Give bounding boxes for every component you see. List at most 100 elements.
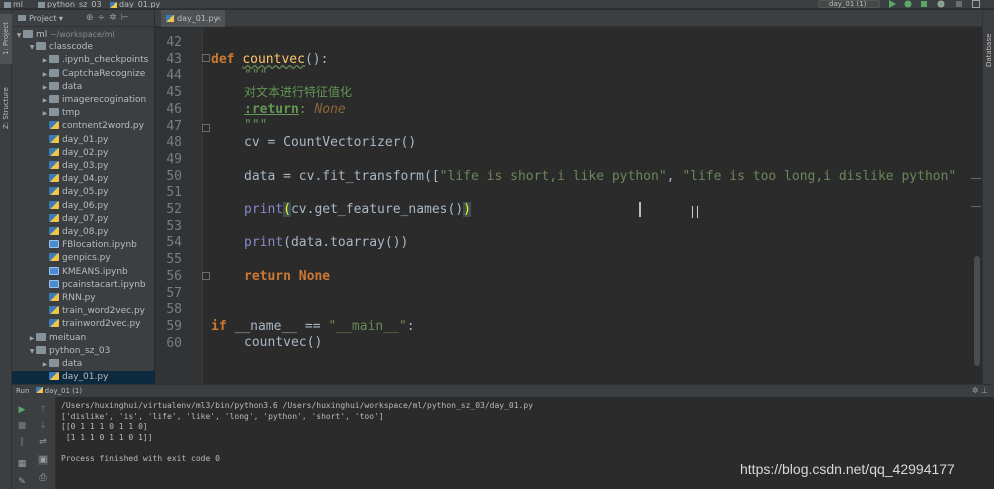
tree-file[interactable]: day_05.py: [12, 186, 155, 199]
tree-folder[interactable]: ▼ classcode: [12, 41, 155, 54]
debug-icon[interactable]: [904, 0, 912, 8]
tool-tab-database[interactable]: Database: [983, 28, 994, 72]
code-line-48: cv = CountVectorizer(): [244, 134, 416, 151]
tool-tab-structure[interactable]: Z: Structure: [0, 80, 12, 136]
tree-folder[interactable]: ▶ imagerecogination: [12, 94, 155, 107]
hide-panel-icon[interactable]: ⊥: [981, 386, 988, 395]
pause-icon[interactable]: ‖: [17, 437, 27, 447]
breadcrumb-folder[interactable]: python_sz_03: [38, 0, 102, 8]
stop-icon[interactable]: ■: [17, 421, 27, 431]
print-icon[interactable]: ⎙: [38, 473, 48, 483]
editor-gutter: 42 43 44 45 46 47 48 49 50 51 52 53 54 55 56 57 58 59 60: [155, 28, 203, 384]
tree-file[interactable]: trainword2vec.py: [12, 318, 155, 331]
fold-marker-icon[interactable]: [202, 272, 210, 280]
layout-icon[interactable]: ▦: [17, 459, 27, 469]
tree-file[interactable]: genpics.py: [12, 252, 155, 265]
tree-file[interactable]: day_03.py: [12, 160, 155, 173]
tree-folder[interactable]: ▼ python_sz_03: [12, 345, 155, 358]
breadcrumb-file[interactable]: day_01.py: [110, 0, 160, 8]
tree-folder[interactable]: ▶ data: [12, 358, 155, 371]
tree-file[interactable]: train_word2vec.py: [12, 305, 155, 318]
chevron-right-icon[interactable]: ▶: [41, 107, 49, 120]
chevron-down-icon[interactable]: ▼: [28, 345, 36, 358]
tree-file[interactable]: day_06.py: [12, 200, 155, 213]
tree-folder[interactable]: ▼ ml ~/workspace/ml: [12, 28, 155, 41]
tool-tab-project[interactable]: 1: Project: [0, 14, 12, 64]
chevron-right-icon[interactable]: ▶: [28, 332, 36, 345]
scroll-up-icon[interactable]: ↑: [38, 405, 48, 415]
tree-file[interactable]: day_07.py: [12, 213, 155, 226]
pin-icon[interactable]: ✎: [17, 477, 27, 487]
tree-file[interactable]: day_04.py: [12, 173, 155, 186]
chevron-right-icon[interactable]: ▶: [41, 54, 49, 67]
python-file-icon: [49, 134, 59, 143]
chevron-right-icon[interactable]: ▶: [41, 94, 49, 107]
tree-file[interactable]: RNN.py: [12, 292, 155, 305]
tree-folder[interactable]: ▶ tmp: [12, 107, 155, 120]
code-line-56: return None: [244, 268, 330, 285]
run-icon[interactable]: [888, 0, 896, 8]
tab-day-01-label: day_01.py: [177, 14, 219, 23]
layout-icon[interactable]: [972, 0, 980, 8]
tree-file[interactable]: day_08.py: [12, 226, 155, 239]
tree-item-label: contnent2word.py: [62, 121, 144, 132]
fold-marker-icon[interactable]: [202, 54, 210, 62]
docstring: :: [298, 102, 307, 117]
editor-scrollbar[interactable]: [974, 256, 980, 366]
collapse-all-icon[interactable]: ÷: [98, 13, 110, 23]
tree-file[interactable]: contnent2word.py: [12, 120, 155, 133]
matched-paren: (: [283, 202, 291, 217]
line-number: 55: [166, 252, 182, 268]
run-tab[interactable]: day_01 (1): [35, 387, 82, 395]
python-file-icon: [49, 293, 59, 301]
chevron-down-icon[interactable]: ▼: [15, 29, 23, 41]
code-token: :: [406, 319, 415, 334]
code-editor[interactable]: 42 43 44 45 46 47 48 49 50 51 52 53 54 55 56 57 58 59 60 d…: [155, 28, 982, 384]
tree-file[interactable]: KMEANS.ipynb: [12, 266, 155, 279]
stop-icon[interactable]: [955, 0, 963, 8]
chevron-right-icon[interactable]: ▶: [41, 68, 49, 81]
chevron-right-icon[interactable]: ▶: [41, 358, 49, 371]
tree-file[interactable]: day_01.py: [12, 371, 155, 385]
restore-layout-icon[interactable]: ▣: [38, 455, 48, 465]
tree-file[interactable]: FBlocation.ipynb: [12, 239, 155, 252]
chevron-right-icon[interactable]: ▶: [41, 81, 49, 94]
tree-file[interactable]: day_01.py: [12, 134, 155, 147]
python-file-icon: [49, 161, 59, 169]
tree-folder[interactable]: ▶ meituan: [12, 332, 155, 345]
tree-file[interactable]: day_02.py: [12, 147, 155, 160]
python-file-icon: [49, 319, 59, 328]
ide-window: ml python_sz_03 day_01.py day_01 (1) 1: …: [0, 0, 994, 489]
fold-marker-icon[interactable]: [202, 124, 210, 132]
line-number: 60: [166, 335, 182, 351]
folder-icon: [4, 1, 11, 8]
console-line: Process finished with exit code 0: [61, 453, 220, 463]
run-configuration-label: day_01 (1): [829, 0, 867, 8]
rerun-icon[interactable]: ▶: [17, 405, 27, 415]
project-view-select[interactable]: Project ▾: [18, 14, 63, 23]
scope-icon[interactable]: ⊕: [86, 13, 98, 23]
gear-icon[interactable]: ✲: [109, 13, 121, 23]
tree-folder[interactable]: ▶ CaptchaRecognize: [12, 68, 155, 81]
project-icon: [18, 15, 26, 21]
tree-item-label: pcainstacart.ipynb: [62, 279, 146, 290]
hide-icon[interactable]: ⊢: [121, 13, 133, 23]
console-line: [[0 1 1 1 0 1 1 0]: [61, 422, 148, 432]
soft-wrap-icon[interactable]: ⇌: [38, 437, 48, 447]
builtin-print: print: [244, 235, 284, 250]
tree-folder[interactable]: ▶ data: [12, 81, 155, 94]
coverage-icon[interactable]: [920, 0, 928, 8]
tree-item-path: ~/workspace/ml: [47, 30, 115, 39]
gear-icon[interactable]: ✲: [972, 386, 979, 395]
profile-icon[interactable]: [937, 0, 945, 8]
tree-file[interactable]: pcainstacart.ipynb: [12, 279, 155, 292]
project-panel: Project ▾ ⊕÷✲⊢ ▼ ml ~/workspace/ml ▼ classc…: [12, 10, 155, 385]
chevron-down-icon[interactable]: ▼: [28, 41, 36, 54]
run-panel-settings: ✲ ⊥: [972, 385, 988, 397]
scroll-down-icon[interactable]: ↓: [38, 421, 48, 431]
tree-folder[interactable]: ▶ .ipynb_checkpoints: [12, 54, 155, 67]
run-configuration-select[interactable]: day_01 (1): [818, 0, 880, 8]
breadcrumb-project[interactable]: ml: [4, 0, 23, 8]
tab-day-01[interactable]: day_01.py ×: [161, 10, 225, 27]
close-tab-icon[interactable]: ×: [215, 10, 222, 27]
